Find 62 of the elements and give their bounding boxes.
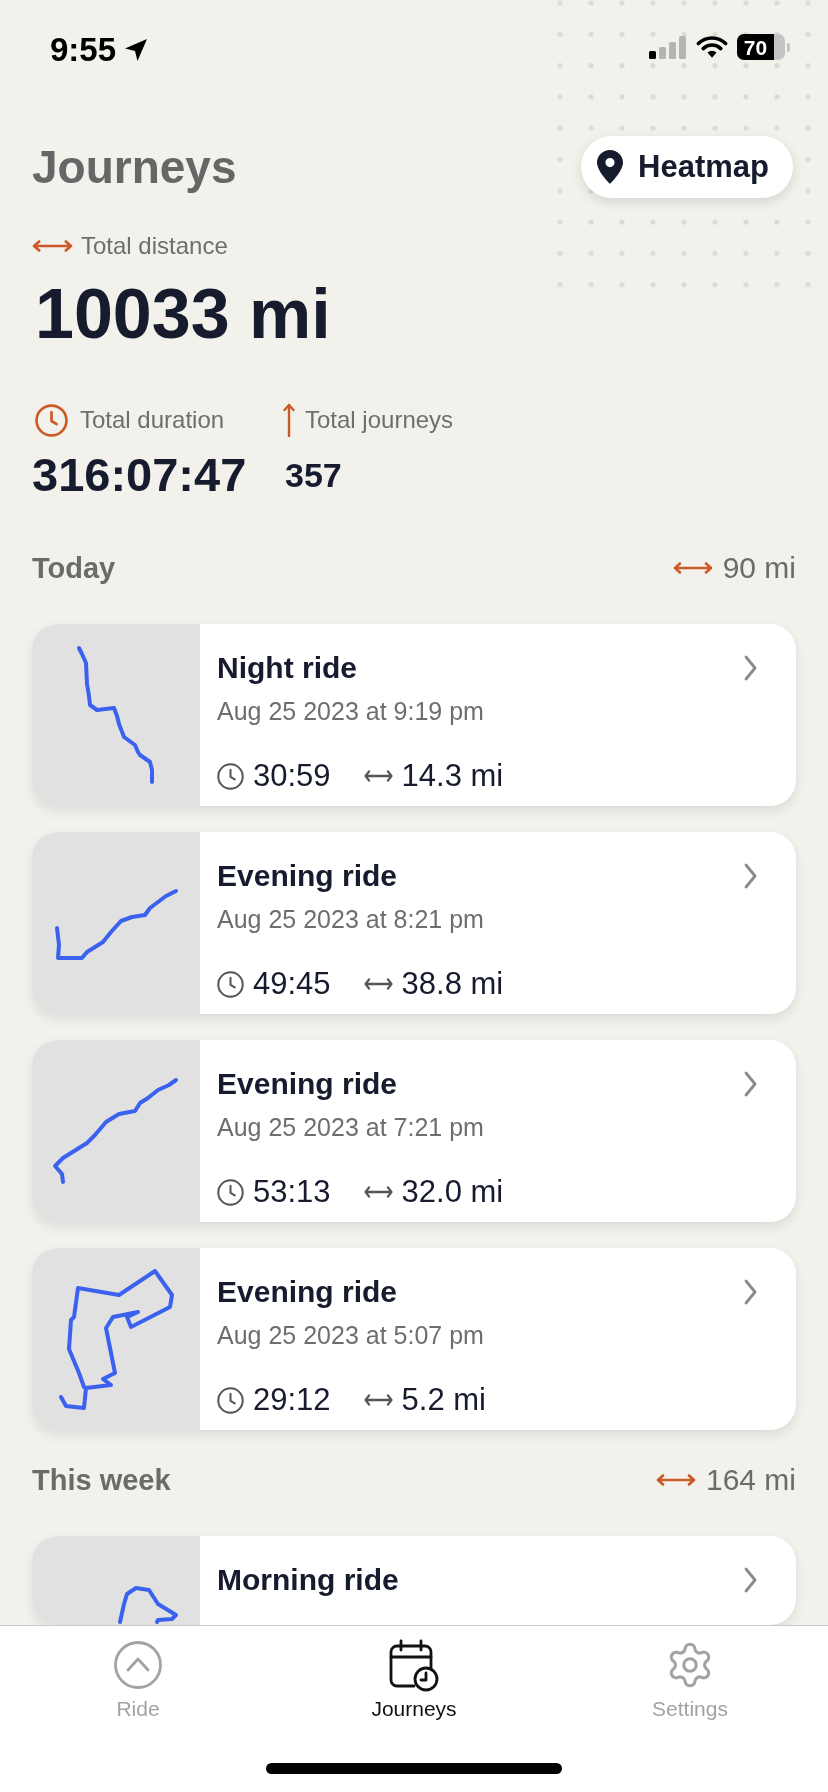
stat-label: Total distance	[81, 231, 228, 261]
journey-duration: 30:59	[253, 758, 331, 794]
clock-icon	[217, 1386, 244, 1414]
total-duration-value: 316:07:47	[32, 449, 247, 501]
clock-icon	[217, 970, 244, 998]
journey-title: Evening ride	[217, 1066, 398, 1102]
page-title: Journeys	[32, 140, 237, 194]
calendar-clock-icon	[389, 1638, 439, 1692]
journey-duration: 49:45	[253, 966, 331, 1002]
journey-distance: 14.3 mi	[401, 758, 504, 794]
journey-distance: 38.8 mi	[401, 966, 504, 1002]
chevron-right-icon	[744, 1279, 757, 1305]
map-pin-icon	[597, 150, 624, 184]
distance-arrow-icon	[672, 562, 713, 574]
distance-arrow-icon	[363, 770, 393, 782]
distance-arrow-icon	[655, 1474, 696, 1486]
journey-card[interactable]: Evening ride Aug 25 2023 at 5:07 pm 29:12 5.2 mi	[32, 1248, 796, 1430]
chevron-right-icon	[744, 863, 757, 889]
wifi-icon	[696, 35, 728, 59]
journey-title: Morning ride	[217, 1562, 399, 1598]
chevron-right-icon	[744, 655, 757, 681]
journey-card[interactable]: Morning ride	[32, 1536, 796, 1625]
journey-card[interactable]: Evening ride Aug 25 2023 at 7:21 pm 53:13 32.0 mi	[32, 1040, 796, 1222]
journey-title: Evening ride	[217, 858, 398, 894]
status-time: 9:55	[50, 33, 117, 67]
journey-distance: 5.2 mi	[401, 1382, 486, 1418]
distance-arrow-icon	[363, 1394, 393, 1406]
distance-arrow-icon	[363, 978, 393, 990]
journey-title: Night ride	[217, 650, 357, 686]
journey-distance: 32.0 mi	[401, 1174, 504, 1210]
journey-card[interactable]: Night ride Aug 25 2023 at 9:19 pm 30:59 14.3 mi	[32, 624, 796, 806]
chevron-right-icon	[744, 1071, 757, 1097]
distance-arrow-icon	[363, 1186, 393, 1198]
caret-up-circle-icon	[114, 1641, 162, 1689]
heatmap-button[interactable]: Heatmap	[581, 136, 793, 198]
journey-date: Aug 25 2023 at 7:21 pm	[217, 1112, 485, 1142]
section-title: This week	[32, 1463, 171, 1498]
clock-icon	[217, 1178, 244, 1206]
clock-icon	[35, 403, 68, 437]
journey-date: Aug 25 2023 at 9:19 pm	[217, 696, 485, 726]
journey-title: Evening ride	[217, 1274, 398, 1310]
location-arrow-icon	[124, 38, 149, 62]
journey-duration: 29:12	[253, 1382, 331, 1418]
journey-date: Aug 25 2023 at 8:21 pm	[217, 904, 485, 934]
section-distance: 164 mi	[705, 1462, 796, 1498]
clock-icon	[217, 762, 244, 790]
up-arrow-icon	[283, 403, 295, 437]
journey-duration: 53:13	[253, 1174, 331, 1210]
stat-label: Total duration	[80, 405, 225, 435]
signal-bars-icon	[649, 35, 687, 59]
journey-date: Aug 25 2023 at 5:07 pm	[217, 1320, 485, 1350]
section-distance: 90 mi	[722, 550, 796, 586]
total-distance-value: 10033 mi	[34, 274, 331, 355]
chevron-right-icon	[744, 1567, 757, 1593]
route-line	[118, 1586, 178, 1624]
distance-arrow-icon	[32, 240, 73, 252]
total-journeys-value: 357	[284, 455, 342, 496]
tab-bar-item[interactable]: Journeys	[276, 1626, 552, 1722]
stat-label: Total journeys	[305, 405, 454, 435]
journey-card[interactable]: Evening ride Aug 25 2023 at 8:21 pm 49:45 38.8 mi	[32, 832, 796, 1014]
section-title: Today	[32, 551, 116, 586]
battery-percentage: 70	[737, 34, 774, 60]
